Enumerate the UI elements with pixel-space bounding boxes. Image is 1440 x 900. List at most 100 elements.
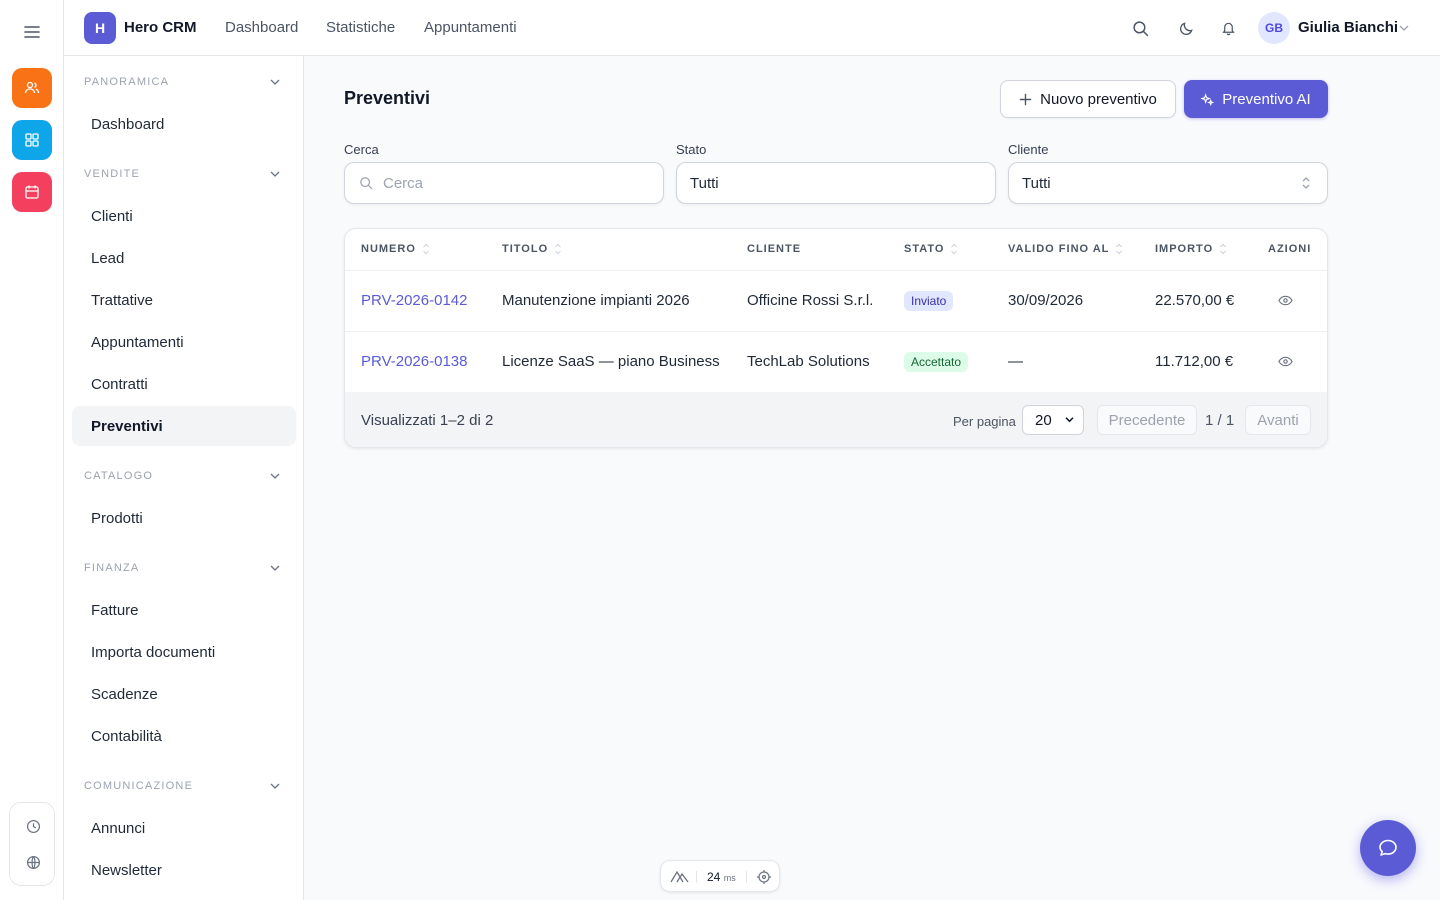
eye-icon[interactable] [1277,353,1293,369]
column-label: STATO [904,243,945,255]
eye-icon[interactable] [1277,292,1293,308]
top-bar: H Hero CRM Dashboard Statistiche Appunta… [64,0,1440,56]
plus-icon [1019,93,1032,105]
divider [696,871,697,883]
chat-button[interactable] [1360,820,1416,876]
quote-title: Licenze SaaS — piano Business [502,353,720,370]
per-page-label: Per pagina [953,414,1016,429]
avatar[interactable]: GB [1258,12,1290,44]
sidebar-item-dashboard[interactable]: Dashboard [72,104,296,144]
sidebar: PANORAMICA Dashboard VENDITE Clienti Lea… [64,56,304,900]
menu-icon[interactable] [20,22,44,42]
column-titolo[interactable]: TITOLO [502,243,562,255]
chevron-updown-icon [1302,177,1310,189]
dev-toolbar: 24 ms [660,860,780,892]
topnav-statistiche[interactable]: Statistiche [326,19,395,36]
grid-icon[interactable] [12,120,52,160]
quote-title: Manutenzione impianti 2026 [502,292,690,309]
chevron-down-icon[interactable] [268,779,282,793]
next-page-button[interactable]: Avanti [1245,405,1311,435]
search-input[interactable] [383,174,643,192]
sort-icon [422,243,429,255]
moon-icon[interactable] [1176,18,1196,38]
column-label: IMPORTO [1155,243,1214,255]
quote-client: TechLab Solutions [747,353,870,370]
sidebar-item-preventivi[interactable]: Preventivi [72,406,296,446]
sort-icon [555,243,562,255]
quotes-table: NUMERO TITOLO CLIENTE STATO VALIDO FINO … [344,228,1328,448]
render-time-value: 24 [707,870,721,884]
sidebar-item-importa-documenti[interactable]: Importa documenti [72,632,296,672]
render-time: 24 ms [707,870,736,884]
column-valido[interactable]: VALIDO FINO AL [1008,243,1123,255]
sparkles-icon [1201,92,1215,106]
users-icon[interactable] [12,68,52,108]
column-numero[interactable]: NUMERO [361,243,430,255]
quote-valid-until: 30/09/2026 [1008,292,1084,309]
divider [345,331,1327,332]
sidebar-item-annunci[interactable]: Annunci [72,808,296,848]
client-select[interactable]: Tutti [1008,162,1328,204]
devtools-logo-icon[interactable] [670,869,690,889]
app-name[interactable]: Hero CRM [124,19,197,36]
new-quote-button[interactable]: Nuovo preventivo [1000,80,1176,118]
search-icon [360,177,373,190]
sidebar-item-trattative[interactable]: Trattative [72,280,296,320]
chevron-down-icon[interactable] [268,167,282,181]
status-label: Stato [676,142,707,157]
rail-bottom-tools [9,802,55,886]
search-icon[interactable] [1130,18,1150,38]
sidebar-item-newsletter[interactable]: Newsletter [72,850,296,890]
sidebar-item-contabilita[interactable]: Contabilità [72,716,296,756]
table-footer: Visualizzati 1–2 di 2 Per pagina 20 Prec… [345,392,1327,447]
topnav-dashboard[interactable]: Dashboard [225,19,298,36]
quote-number-link[interactable]: PRV-2026-0142 [361,292,467,309]
chevron-down-icon[interactable] [268,469,282,483]
search-label: Cerca [344,142,379,157]
sidebar-item-clienti[interactable]: Clienti [72,196,296,236]
user-name[interactable]: Giulia Bianchi [1298,19,1398,36]
sidebar-item-fatture[interactable]: Fatture [72,590,296,630]
bell-icon[interactable] [1218,18,1238,38]
chevron-down-icon[interactable] [1394,18,1414,38]
clock-icon[interactable] [24,817,42,835]
prev-page-button[interactable]: Precedente [1097,405,1197,435]
page-indicator: 1 / 1 [1205,412,1235,429]
section-vendite[interactable]: VENDITE [84,168,140,180]
column-label: TITOLO [502,243,549,255]
page-title: Preventivi [344,88,431,108]
section-panoramica[interactable]: PANORAMICA [84,76,169,88]
status-field[interactable]: Tutti [676,162,996,204]
app-logo[interactable]: H [84,12,116,44]
chevron-down-icon[interactable] [268,75,282,89]
section-comunicazione[interactable]: COMUNICAZIONE [84,780,193,792]
status-badge: Inviato [904,291,954,311]
sidebar-item-appuntamenti[interactable]: Appuntamenti [72,322,296,362]
quote-amount: 11.712,00 € [1155,353,1234,370]
topnav-appuntamenti[interactable]: Appuntamenti [424,19,517,36]
globe-icon[interactable] [24,853,42,871]
sort-icon [1220,243,1227,255]
sidebar-item-prodotti[interactable]: Prodotti [72,498,296,538]
search-field [344,162,664,204]
column-stato[interactable]: STATO [904,243,958,255]
calendar-icon[interactable] [12,172,52,212]
sidebar-item-lead[interactable]: Lead [72,238,296,278]
quote-number-link[interactable]: PRV-2026-0138 [361,353,467,370]
column-cliente: CLIENTE [747,243,801,255]
section-finanza[interactable]: FINANZA [84,562,139,574]
per-page-select[interactable]: 20 [1022,405,1084,435]
column-azioni: AZIONI [1268,243,1311,255]
column-importo[interactable]: IMPORTO [1155,243,1227,255]
sort-icon [951,243,958,255]
chevron-down-icon [1065,417,1074,423]
section-catalogo[interactable]: CATALOGO [84,470,153,482]
chevron-down-icon[interactable] [268,561,282,575]
sidebar-item-scadenze[interactable]: Scadenze [72,674,296,714]
column-label: VALIDO FINO AL [1008,243,1110,255]
sidebar-item-contratti[interactable]: Contratti [72,364,296,404]
quote-valid-until: — [1008,353,1023,370]
per-page-value: 20 [1035,411,1052,429]
ai-quote-button[interactable]: Preventivo AI [1184,80,1328,118]
target-icon[interactable] [756,869,772,890]
